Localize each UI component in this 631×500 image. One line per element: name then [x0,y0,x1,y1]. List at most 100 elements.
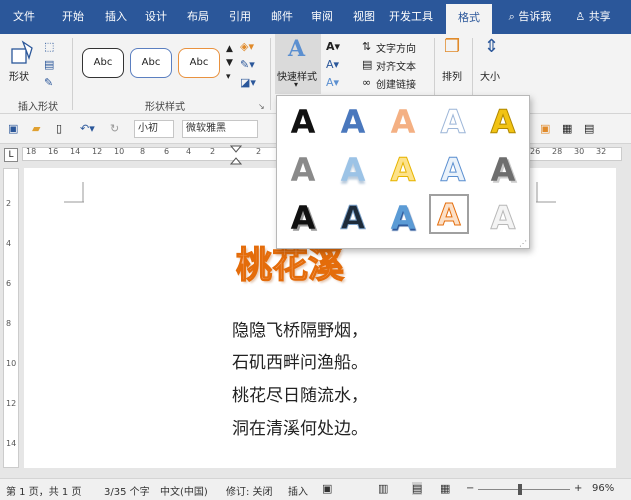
new-document-icon[interactable]: ▯ [56,122,62,136]
tab-developer[interactable]: 开发工具 [384,0,438,34]
share-button[interactable]: ♙ 共享 [568,0,618,34]
language-indicator[interactable]: 中文(中国) [160,483,208,498]
resize-grip-icon[interactable]: ⋰ [519,239,527,248]
shape-effects-icon[interactable]: ◪▾ [240,76,256,90]
undo-icon[interactable]: ↶▾ [80,122,95,136]
font-size-select[interactable]: 小初 [134,120,174,138]
tell-me-search[interactable]: ⌕ 告诉我 [500,0,560,34]
zoom-in-icon[interactable]: + [574,483,582,494]
print-layout-icon[interactable]: ▤ [412,482,423,495]
ruler-number: 14 [70,147,81,156]
draw-textbox-icon[interactable]: ▤ [44,58,54,72]
tab-layout[interactable]: 布局 [178,0,218,34]
create-link-button[interactable]: 创建链接 [376,76,416,91]
tab-insert[interactable]: 插入 [96,0,136,34]
word-count[interactable]: 3/35 个字 [104,483,150,498]
size-icon: ⇕ [484,36,500,57]
text-direction-icon: ⇅ [362,40,372,53]
tab-home[interactable]: 开始 [50,0,96,34]
shape-style-orange[interactable]: Abc [178,48,220,78]
wordart-style-option[interactable]: A [331,196,375,240]
vertical-ruler[interactable]: 2 4 6 8 10 12 14 [3,168,19,468]
toolbar-picture-icon[interactable]: ▦ [562,122,572,136]
wordart-style-option[interactable]: A [331,100,375,144]
ruler-number: 2 [210,147,216,156]
tab-selector[interactable]: L [4,148,18,162]
wordart-style-option-selected[interactable]: A [429,194,469,234]
wordart-style-option[interactable]: A [381,196,425,240]
ruler-number: 32 [596,147,607,156]
text-fill-icon[interactable]: A▾ [326,40,340,54]
edit-shape-icon[interactable]: ⬚ [44,40,54,54]
wordart-style-option[interactable]: A [281,196,325,240]
wordart-style-option[interactable]: A [381,148,425,192]
wordart-style-option[interactable]: A [481,196,525,240]
wordart-style-option[interactable]: A [381,100,425,144]
ruler-number: 12 [92,147,103,156]
redo-icon[interactable]: ↻ [110,122,119,136]
read-mode-icon[interactable]: ▥ [378,482,388,495]
zoom-slider[interactable] [478,489,570,490]
shape-fill-icon[interactable]: ◈▾ [240,40,254,54]
ruler-number: 30 [574,147,585,156]
shape-outline-icon[interactable]: ✎▾ [240,58,255,72]
scroll-up-icon[interactable]: ▲ [226,42,233,56]
wordart-style-option[interactable]: A [431,148,475,192]
tab-review[interactable]: 审阅 [302,0,342,34]
tab-file[interactable]: 文件 [4,0,44,34]
indent-marker-icon[interactable] [230,144,242,166]
wordart-style-option[interactable]: A [331,148,375,192]
status-bar: 第 1 页，共 1 页 3/35 个字 中文(中国) 修订: 关闭 插入 ▣ ▥… [0,478,631,500]
save-icon[interactable]: ▣ [8,122,18,136]
margin-corner-mark [64,182,84,203]
quick-styles-icon: A [288,36,306,62]
zoom-slider-thumb[interactable] [518,484,522,495]
ruler-number: 2 [6,199,12,208]
align-text-button[interactable]: 对齐文本 [376,58,416,73]
ruler-number: 6 [6,279,12,288]
page-count[interactable]: 第 1 页，共 1 页 [6,483,81,498]
link-icon: ∞ [362,76,372,89]
font-name-select[interactable]: 微软雅黑 [182,120,258,138]
tab-design[interactable]: 设计 [136,0,176,34]
wordart-style-option[interactable]: A [481,100,525,144]
zoom-out-icon[interactable]: − [466,483,474,494]
tab-view[interactable]: 视图 [344,0,384,34]
toolbar-table-icon[interactable]: ▤ [584,122,594,136]
open-folder-icon[interactable]: ▰ [32,122,40,136]
web-layout-icon[interactable]: ▦ [440,482,450,495]
text-direction-button[interactable]: 文字方向 [376,40,416,55]
group-divider [270,38,271,110]
zoom-level[interactable]: 96% [592,483,614,494]
wordart-style-option[interactable]: A [481,148,525,192]
wordart-style-option[interactable]: A [431,100,475,144]
toolbar-shape-icon[interactable]: ▣ [540,122,550,136]
wordart-style-option[interactable]: A [281,100,325,144]
ruler-number: 18 [26,147,37,156]
quick-styles-button[interactable]: A 快速样式 ▾ [275,34,321,94]
text-outline-icon[interactable]: A▾ [326,58,339,72]
ruler-number: 10 [6,359,17,368]
ruler-number: 12 [6,399,17,408]
shape-style-blue[interactable]: Abc [130,48,172,78]
poem-line: 石矶西畔问渔船。 [232,353,368,373]
track-changes-status[interactable]: 修订: 关闭 [226,483,273,498]
ruler-number: 2 [256,147,262,156]
wordart-style-option[interactable]: A [281,148,325,192]
scroll-down-icon[interactable]: ▼ [226,56,233,70]
more-styles-icon[interactable]: ▾ [226,70,231,84]
text-effects-icon[interactable]: A▾ [326,76,339,90]
size-button[interactable]: 大小 [480,68,500,83]
shapes-icon[interactable] [10,40,36,66]
edit-points-icon[interactable]: ✎ [44,76,53,90]
arrange-button[interactable]: 排列 [442,68,462,83]
dialog-launcher-icon[interactable]: ↘ [258,100,265,114]
tab-references[interactable]: 引用 [220,0,260,34]
shape-style-dark[interactable]: Abc [82,48,124,78]
shapes-button-label[interactable]: 形状 [9,68,29,83]
shape-styles-group-label: 形状样式 [145,102,185,113]
macro-icon[interactable]: ▣ [322,482,332,495]
tab-format[interactable]: 格式 [446,4,492,34]
tab-mailings[interactable]: 邮件 [262,0,302,34]
insert-mode[interactable]: 插入 [288,483,308,498]
